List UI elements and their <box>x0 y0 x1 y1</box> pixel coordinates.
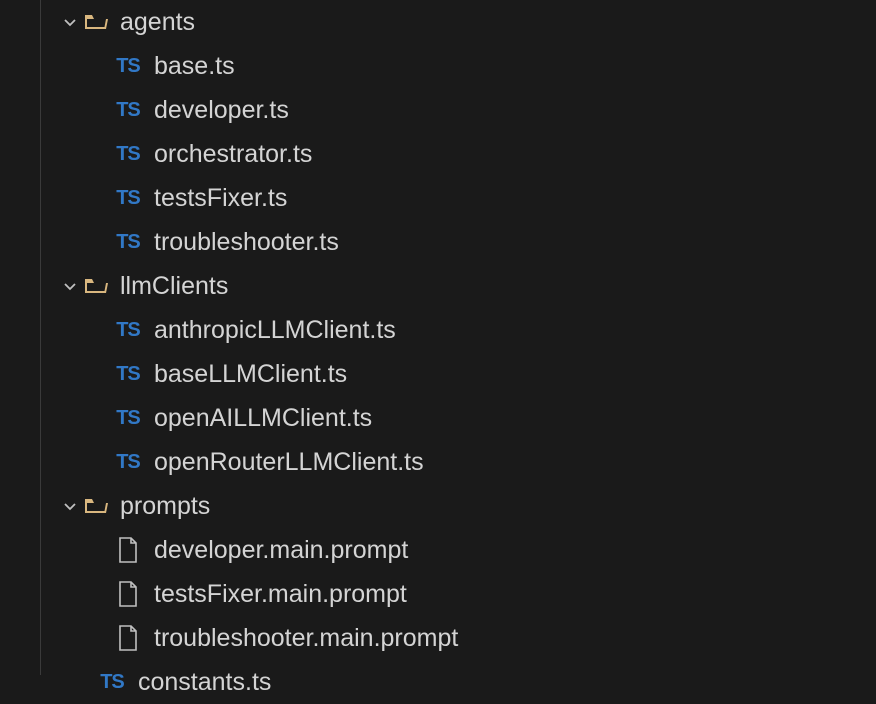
file-icon <box>114 582 142 606</box>
typescript-icon: TS <box>114 318 142 342</box>
tree-file[interactable]: TS baseLLMClient.ts <box>50 352 876 396</box>
file-label: testsFixer.ts <box>154 184 287 213</box>
file-label: troubleshooter.ts <box>154 228 339 257</box>
file-label: anthropicLLMClient.ts <box>154 316 396 345</box>
tree-file[interactable]: TS base.ts <box>50 44 876 88</box>
file-label: base.ts <box>154 52 235 81</box>
file-icon <box>114 538 142 562</box>
tree-folder-llmclients[interactable]: llmClients <box>50 264 876 308</box>
file-label: testsFixer.main.prompt <box>154 580 407 609</box>
tree-file[interactable]: TS openAILLMClient.ts <box>50 396 876 440</box>
typescript-icon: TS <box>114 406 142 430</box>
typescript-icon: TS <box>98 670 126 694</box>
folder-label: agents <box>120 8 195 37</box>
tree-folder-prompts[interactable]: prompts <box>50 484 876 528</box>
typescript-icon: TS <box>114 362 142 386</box>
typescript-icon: TS <box>114 186 142 210</box>
tree-file[interactable]: TS troubleshooter.ts <box>50 220 876 264</box>
typescript-icon: TS <box>114 230 142 254</box>
tree-file[interactable]: TS testsFixer.ts <box>50 176 876 220</box>
file-label: troubleshooter.main.prompt <box>154 624 458 653</box>
typescript-icon: TS <box>114 54 142 78</box>
typescript-icon: TS <box>114 98 142 122</box>
tree-file[interactable]: TS orchestrator.ts <box>50 132 876 176</box>
file-tree: agents TS base.ts TS developer.ts TS orc… <box>0 0 876 704</box>
file-label: developer.ts <box>154 96 289 125</box>
tree-file[interactable]: TS constants.ts <box>50 660 876 704</box>
folder-open-icon <box>84 276 108 296</box>
file-label: constants.ts <box>138 668 271 697</box>
tree-file[interactable]: TS anthropicLLMClient.ts <box>50 308 876 352</box>
file-label: orchestrator.ts <box>154 140 312 169</box>
chevron-down-icon <box>60 12 80 32</box>
tree-folder-agents[interactable]: agents <box>50 0 876 44</box>
tree-file[interactable]: testsFixer.main.prompt <box>50 572 876 616</box>
file-label: developer.main.prompt <box>154 536 408 565</box>
folder-label: llmClients <box>120 272 228 301</box>
file-icon <box>114 626 142 650</box>
tree-file[interactable]: TS developer.ts <box>50 88 876 132</box>
file-label: openRouterLLMClient.ts <box>154 448 424 477</box>
tree-file[interactable]: troubleshooter.main.prompt <box>50 616 876 660</box>
folder-open-icon <box>84 12 108 32</box>
typescript-icon: TS <box>114 142 142 166</box>
chevron-down-icon <box>60 276 80 296</box>
file-label: openAILLMClient.ts <box>154 404 372 433</box>
folder-label: prompts <box>120 492 210 521</box>
tree-file[interactable]: TS openRouterLLMClient.ts <box>50 440 876 484</box>
file-label: baseLLMClient.ts <box>154 360 347 389</box>
tree-file[interactable]: developer.main.prompt <box>50 528 876 572</box>
chevron-down-icon <box>60 496 80 516</box>
folder-open-icon <box>84 496 108 516</box>
typescript-icon: TS <box>114 450 142 474</box>
